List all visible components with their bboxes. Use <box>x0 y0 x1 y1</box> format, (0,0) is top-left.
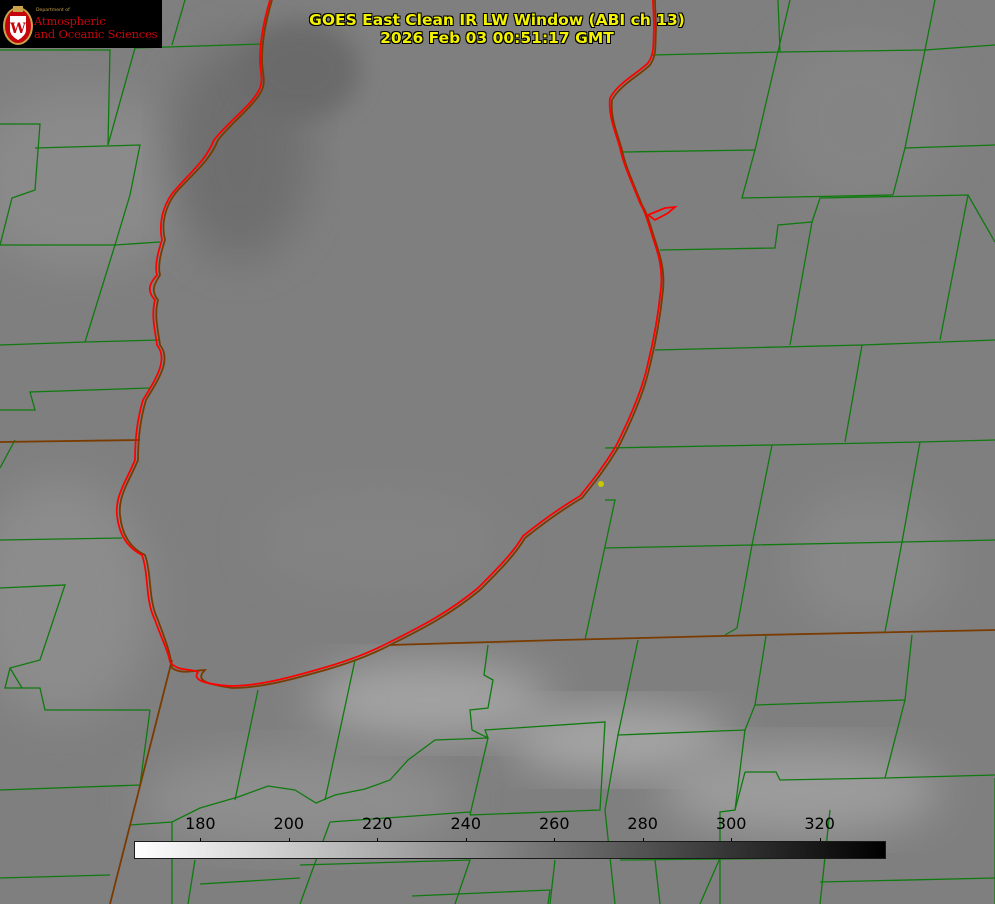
satellite-map <box>0 0 995 904</box>
uw-aos-logo: W Department of Atmospheric and Oceanic … <box>0 0 162 48</box>
image-title: GOES East Clean IR LW Window (ABI ch 13) <box>309 11 685 29</box>
svg-text:W: W <box>9 21 26 37</box>
colorbar-tick-label: 300 <box>715 814 747 833</box>
logo-dept-text: Department of <box>36 8 70 13</box>
colorbar-tick-label: 260 <box>538 814 570 833</box>
uw-seal-icon: W <box>3 6 33 45</box>
colorbar-tick-label: 240 <box>450 814 482 833</box>
logo-line-atmospheric: Atmospheric <box>34 14 106 28</box>
colorbar <box>134 841 886 859</box>
colorbar-tick-label: 180 <box>185 814 216 833</box>
colorbar-tick-label: 200 <box>273 814 305 833</box>
colorbar-tick-label: 320 <box>804 814 835 833</box>
colorbar-tick-label: 280 <box>627 814 658 833</box>
colorbar-tick-label: 220 <box>362 814 393 833</box>
image-timestamp: 2026 Feb 03 00:51:17 GMT <box>380 29 614 47</box>
location-marker <box>598 481 604 487</box>
logo-line-oceanic: and Oceanic Sciences <box>34 27 158 41</box>
